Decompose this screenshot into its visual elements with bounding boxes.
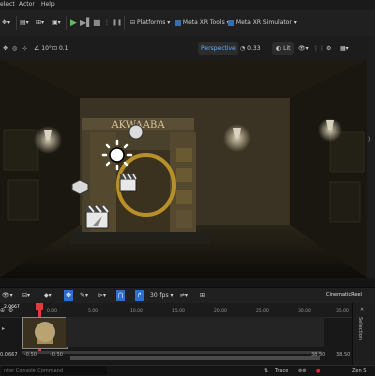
eye-icon[interactable]: 👁▾ xyxy=(2,290,13,301)
lit-text: Lit xyxy=(283,45,291,52)
filter-icon[interactable]: ⊳▾ xyxy=(98,290,106,301)
meta-xr-tools-button[interactable]: Meta XR Tools ▾ xyxy=(175,16,230,30)
transform-icon[interactable]: ✥ xyxy=(3,43,8,54)
panel-close-icon[interactable]: ✕ xyxy=(360,307,364,313)
platforms-label: Platforms xyxy=(136,19,166,26)
menu-select[interactable]: elect xyxy=(0,0,15,10)
add-track-icon[interactable]: ⊕ xyxy=(0,307,5,314)
main-toolbar: ✥▾ ▤▾ ⊞▾ ▣▾ ▶ ▶▌ ■ ⋮ ❚❚ ⊟ Platforms ▾ Me… xyxy=(0,10,375,37)
frame-start: 0.0667 xyxy=(0,352,18,358)
track-expand-icon[interactable]: ▸ xyxy=(2,325,5,332)
lit-label: ◐ Lit xyxy=(276,45,291,52)
brush-icon[interactable]: ✎▾ xyxy=(80,290,88,301)
surface-snap-icon[interactable]: ⊹ xyxy=(22,43,27,54)
magnet-toggle[interactable]: ⋂ xyxy=(116,290,125,301)
render-icon[interactable]: ⊟▾ xyxy=(22,290,30,301)
track-area[interactable] xyxy=(66,317,324,347)
content-icon[interactable]: ▤▾ xyxy=(20,16,29,30)
play-options-icon[interactable]: ⋮ xyxy=(104,16,110,30)
transform-dropdown[interactable]: ✥▾ xyxy=(2,16,10,30)
rotation-snap[interactable]: ∠ 10° xyxy=(34,43,52,54)
range-toggle[interactable]: ↱ xyxy=(135,290,145,301)
world-icon[interactable]: ◎ xyxy=(12,43,17,54)
grid-snap-icon[interactable]: ⋮⋮ xyxy=(313,43,325,54)
meta-xr-simulator-button[interactable]: Meta XR Simulator ▾ xyxy=(228,16,297,30)
step-button[interactable]: ▶▌ xyxy=(80,16,92,30)
play-button[interactable]: ▶ xyxy=(70,16,77,30)
menu-help[interactable]: Help xyxy=(41,0,55,10)
pause-icon[interactable]: ❚❚ xyxy=(112,16,122,30)
range-bar[interactable] xyxy=(22,351,322,354)
playback-options-icon[interactable]: ⇌▾ xyxy=(180,290,188,301)
menu-bar: elect Actor Help xyxy=(0,0,375,10)
viewport-toolbar: ✥ ◎ ⊹ ∠ 10° ⊡ 0.1 Perspective ◔ 0.33 ◐ L… xyxy=(0,36,375,60)
keyframe-icon[interactable]: ◆▾ xyxy=(44,290,52,301)
meta-xr-simulator-label: Meta XR Simulator xyxy=(235,19,292,26)
stop-button[interactable]: ■ xyxy=(93,16,101,30)
ruler-tick: 35.00 xyxy=(336,309,349,314)
menu-actor[interactable]: Actor xyxy=(19,0,35,10)
viewport-scene: AKWAABA xyxy=(0,60,367,278)
scale-snap-value: 0.1 xyxy=(58,45,69,52)
fps-dropdown[interactable]: 30 fps ▾ xyxy=(150,290,174,301)
level-viewport[interactable]: AKWAABA xyxy=(0,60,367,278)
time-ruler[interactable]: 2.0667 0.00 5.00 10.00 15.00 20.00 25.00… xyxy=(0,303,352,318)
settings-icon[interactable]: ⚙ xyxy=(8,307,13,314)
platforms-button[interactable]: ⊟ Platforms ▾ xyxy=(130,16,170,30)
cinematics-icon[interactable]: ▣▾ xyxy=(52,16,61,30)
camera-cut-thumbnail[interactable] xyxy=(22,317,68,349)
perspective-label: Perspective xyxy=(201,45,236,52)
toolbar-divider xyxy=(16,16,17,30)
snap-toggle[interactable]: ✥ xyxy=(64,290,74,301)
selection-tab[interactable]: Selection xyxy=(357,317,363,340)
thumbnail-image xyxy=(23,318,67,348)
platforms-icon: ⊟ xyxy=(130,19,136,26)
selection-panel[interactable]: ✕ Selection xyxy=(352,303,375,365)
show-icon[interactable]: 👁▾ xyxy=(298,43,309,54)
playhead-handle[interactable] xyxy=(36,303,43,310)
settings-icon[interactable]: ⚙ xyxy=(326,43,331,54)
meta-icon xyxy=(175,19,181,26)
camera-speed-value: 0.33 xyxy=(247,45,261,52)
end-a[interactable]: 38.50 xyxy=(311,352,325,358)
meta-xr-tools-label: Meta XR Tools xyxy=(182,19,225,26)
fps-label: 30 fps xyxy=(150,292,169,299)
expand-icon[interactable]: ⊞ xyxy=(200,290,205,301)
rotation-snap-value: 10° xyxy=(41,45,52,52)
meta-icon xyxy=(228,19,234,26)
scale-snap[interactable]: ⊡ 0.1 xyxy=(52,43,68,54)
out-point[interactable]: -0.50 xyxy=(50,352,63,358)
in-point[interactable]: -0.50 xyxy=(24,352,37,358)
sequencer-timeline[interactable]: 2.0667 0.00 5.00 10.00 15.00 20.00 25.00… xyxy=(0,303,352,365)
collapse-icon[interactable]: ⟩ xyxy=(368,136,370,143)
sequencer-toolbar: 👁▾ ⊟▾ ◆▾ ✥ ✎▾ ⊳▾ ⋂ ↱ 30 fps ▾ ⇌▾ ⊞ Cinem… xyxy=(0,287,375,304)
blueprint-icon[interactable]: ⊞▾ xyxy=(36,16,44,30)
layout-icon[interactable]: ▦▾ xyxy=(340,43,349,54)
console-command-input[interactable]: nter Console Command xyxy=(2,366,107,375)
end-b[interactable]: 38.50 xyxy=(336,352,350,358)
sequence-name: CinematicReel xyxy=(326,292,362,298)
horizontal-scrollbar[interactable] xyxy=(70,356,320,360)
status-bar: nter Console Command ⇅ Trace ⊚⊚ ● Zen S xyxy=(0,365,375,376)
toolbar-divider xyxy=(66,16,67,30)
details-edge: ⟩ xyxy=(367,36,375,278)
toolbar-divider xyxy=(124,16,125,30)
camera-speed[interactable]: ◔ 0.33 xyxy=(240,43,261,54)
